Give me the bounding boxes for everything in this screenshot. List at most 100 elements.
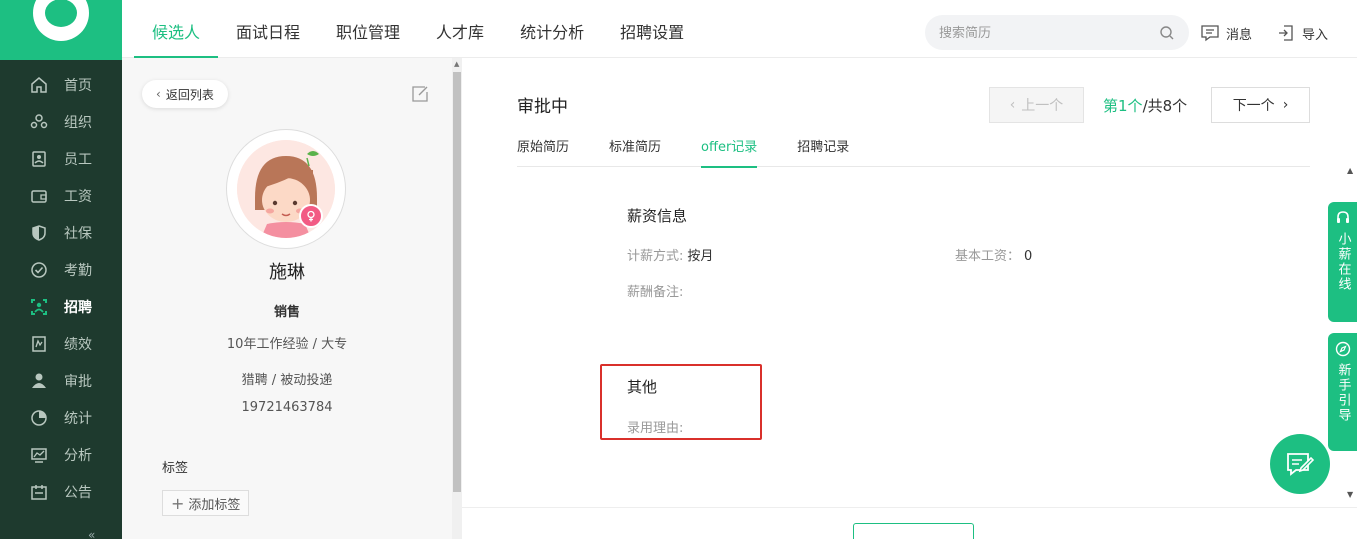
- feedback-button[interactable]: [1270, 434, 1330, 494]
- compass-icon: [1335, 341, 1350, 357]
- sidebar-item-org[interactable]: 组织: [0, 103, 122, 140]
- message-icon: [1201, 25, 1219, 42]
- sidebar-item-social-security[interactable]: 社保: [0, 214, 122, 251]
- bottom-action-button[interactable]: [853, 523, 974, 539]
- sidebar-item-salary[interactable]: 工资: [0, 177, 122, 214]
- edit-note-icon: [1287, 453, 1315, 476]
- check-badge-icon: [28, 259, 50, 281]
- tab-interview-schedule[interactable]: 面试日程: [218, 8, 318, 58]
- sidebar-item-label: 社保: [64, 225, 92, 242]
- sidebar-item-attendance[interactable]: 考勤: [0, 251, 122, 288]
- tab-candidates[interactable]: 候选人: [134, 8, 219, 58]
- tags-title: 标签: [162, 461, 189, 476]
- logo[interactable]: [0, 0, 122, 60]
- collapse-icon[interactable]: «: [88, 528, 95, 539]
- prev-label: 上一个: [1021, 98, 1064, 114]
- main-tabs: 候选人 面试日程 职位管理 人才库 统计分析 招聘设置: [134, 8, 702, 58]
- back-to-list-label: 返回列表: [165, 87, 214, 102]
- salary-section-title: 薪资信息: [627, 207, 688, 225]
- sidebar-item-statistics[interactable]: 统计: [0, 399, 122, 436]
- guide-label: 新手引导: [1335, 363, 1351, 423]
- app-root: 首页 组织 员工 工资 社保 考勤 招聘 绩效 审批 统计 分析 公告 « 候选…: [0, 0, 1357, 539]
- sidebar-item-home[interactable]: 首页: [0, 66, 122, 103]
- import-label: 导入: [1302, 27, 1329, 43]
- scroll-down-icon[interactable]: ▼: [1347, 490, 1353, 499]
- logo-mark: [33, 0, 89, 41]
- pie-chart-icon: [28, 407, 50, 429]
- scroll-up-icon[interactable]: ▲: [1347, 166, 1353, 175]
- performance-icon: [28, 333, 50, 355]
- search-input[interactable]: [939, 23, 1149, 43]
- org-icon: [28, 111, 50, 133]
- import-icon: [1279, 25, 1293, 41]
- add-tag-label: 添加标签: [188, 497, 241, 513]
- sidebar-item-label: 首页: [64, 77, 92, 94]
- sidebar-nav: 首页 组织 员工 工资 社保 考勤 招聘 绩效 审批 统计 分析 公告: [0, 66, 122, 510]
- approval-status: 审批中: [517, 97, 568, 117]
- sidebar-item-label: 分析: [64, 447, 92, 464]
- tab-standard-resume[interactable]: 标准简历: [609, 136, 661, 167]
- employee-icon: [28, 148, 50, 170]
- tab-recruit-settings[interactable]: 招聘设置: [602, 8, 702, 58]
- tab-offer-record[interactable]: offer记录: [701, 136, 758, 168]
- profile-scrollbar[interactable]: ▲: [452, 58, 462, 539]
- tab-statistics[interactable]: 统计分析: [502, 8, 602, 58]
- sidebar-item-announcement[interactable]: 公告: [0, 473, 122, 510]
- prev-button[interactable]: ‹ 上一个: [989, 87, 1084, 123]
- guide-tab[interactable]: 新手引导: [1328, 333, 1357, 451]
- tab-original-resume[interactable]: 原始简历: [517, 136, 569, 167]
- shield-icon: [28, 222, 50, 244]
- base-salary-value: 0: [1024, 249, 1033, 264]
- sidebar-item-label: 统计: [64, 410, 92, 427]
- add-tag-button[interactable]: + 添加标签: [162, 490, 250, 516]
- candidate-name: 施琳: [269, 262, 305, 283]
- chevron-left-icon: ‹: [1009, 97, 1016, 113]
- tab-job-management[interactable]: 职位管理: [318, 8, 418, 58]
- salary-method-field: 计薪方式: 按月: [627, 245, 713, 264]
- top-bar: 候选人 面试日程 职位管理 人才库 统计分析 招聘设置 消息 导入: [122, 0, 1357, 58]
- edit-icon[interactable]: [410, 84, 430, 104]
- online-service-label: 小薪在线: [1335, 232, 1351, 292]
- sidebar-item-performance[interactable]: 绩效: [0, 325, 122, 362]
- sidebar-item-label: 员工: [64, 151, 92, 168]
- hire-reason-label: 录用理由:: [627, 421, 684, 436]
- sidebar-item-label: 考勤: [64, 262, 92, 279]
- chevron-left-icon: ‹: [156, 87, 161, 101]
- scroll-up-icon[interactable]: ▲: [454, 60, 459, 68]
- announcement-icon: [28, 481, 50, 503]
- sidebar-item-recruit[interactable]: 招聘: [0, 288, 122, 325]
- headset-icon: [1336, 211, 1349, 223]
- sidebar-item-label: 公告: [64, 484, 92, 501]
- tab-recruit-record[interactable]: 招聘记录: [797, 136, 849, 167]
- sidebar-item-label: 招聘: [64, 299, 92, 316]
- sidebar-item-label: 组织: [64, 114, 92, 131]
- import-button[interactable]: 导入: [1276, 22, 1328, 44]
- messages-button[interactable]: 消息: [1200, 22, 1252, 44]
- next-button[interactable]: 下一个 ›: [1211, 87, 1310, 123]
- pager-prefix: 第: [1103, 97, 1119, 115]
- candidate-experience: 10年工作经验 / 大专: [226, 337, 348, 352]
- base-salary-label: 基本工资：: [955, 249, 1021, 264]
- tab-talent-pool[interactable]: 人才库: [418, 8, 502, 58]
- home-icon: [28, 74, 50, 96]
- back-to-list-button[interactable]: ‹ 返回列表: [142, 80, 228, 108]
- next-label: 下一个: [1232, 98, 1275, 114]
- sidebar-item-employee[interactable]: 员工: [0, 140, 122, 177]
- pager-current: 1个: [1118, 97, 1143, 115]
- scrollbar-thumb[interactable]: [453, 72, 461, 492]
- sidebar-item-analysis[interactable]: 分析: [0, 436, 122, 473]
- hire-reason-field: 录用理由:: [627, 417, 683, 436]
- base-salary-field: 基本工资： 0: [955, 245, 1032, 264]
- record-tabs: 原始简历 标准简历 offer记录 招聘记录: [517, 136, 1310, 168]
- search-box: [925, 15, 1189, 50]
- other-section-title: 其他: [627, 378, 658, 396]
- sidebar-item-label: 工资: [64, 188, 92, 205]
- main-content: 审批中 ‹ 上一个 第1个/共8个 下一个 › 原始简历 标准简历 offer记…: [462, 58, 1357, 539]
- online-service-tab[interactable]: 小薪在线: [1328, 202, 1357, 322]
- salary-method-value: 按月: [687, 249, 714, 264]
- user-icon: [28, 370, 50, 392]
- search-icon[interactable]: [1159, 25, 1175, 41]
- bottom-action-bar: [462, 507, 1357, 539]
- sidebar-item-approval[interactable]: 审批: [0, 362, 122, 399]
- recruit-icon: [28, 296, 50, 318]
